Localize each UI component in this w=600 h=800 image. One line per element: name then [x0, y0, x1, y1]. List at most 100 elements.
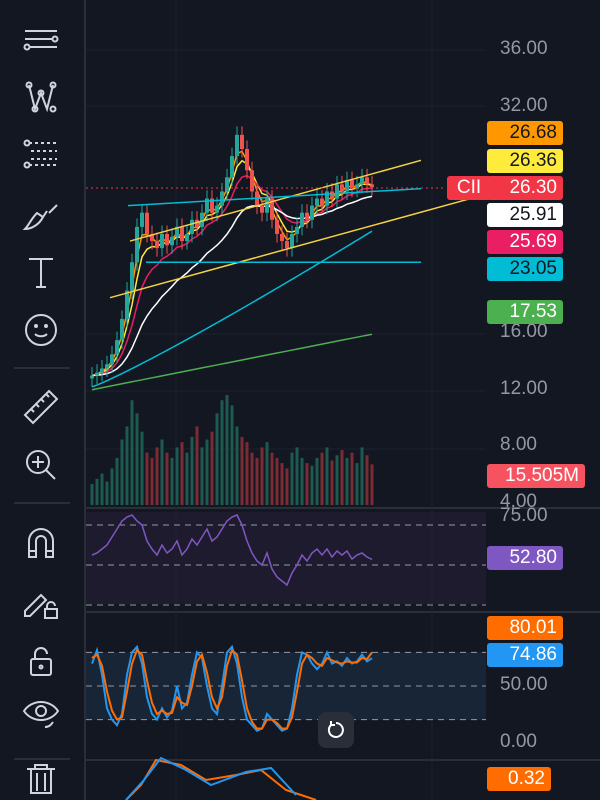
volume-bar	[180, 442, 184, 505]
trash-icon[interactable]	[18, 754, 64, 800]
candle-body	[235, 134, 239, 157]
volume-bar	[315, 457, 319, 505]
rsi-background	[86, 512, 486, 604]
candle-body	[245, 149, 249, 171]
volume-bar	[345, 457, 349, 505]
volume-bar	[120, 439, 124, 505]
unlock-icon[interactable]	[18, 638, 64, 684]
candle-body	[120, 318, 124, 341]
fib-icon[interactable]	[18, 132, 64, 178]
candle-body	[200, 212, 204, 227]
candle-body	[225, 177, 229, 192]
candle-body	[155, 241, 159, 249]
volume-bar	[360, 447, 364, 505]
ruler-icon[interactable]	[18, 384, 64, 430]
volume-bar	[110, 468, 114, 505]
price-axis-label: 0.00	[500, 731, 537, 752]
candle-body	[105, 364, 109, 369]
volume-bar	[165, 452, 169, 505]
candle-body	[290, 233, 294, 249]
candle-body	[295, 226, 299, 234]
volume-bar	[305, 463, 309, 505]
text-icon[interactable]	[18, 250, 64, 296]
candle-body	[360, 177, 364, 185]
macd-tag: 0.32	[487, 767, 551, 791]
candle-body	[135, 226, 139, 263]
stoch-k-tag: 74.86	[487, 643, 563, 667]
volume-bar	[205, 439, 209, 505]
candle-body	[335, 184, 339, 199]
magnet-icon[interactable]	[18, 520, 64, 566]
candle-body	[240, 134, 244, 149]
candle-body	[145, 212, 149, 234]
ma-line-cyan	[91, 230, 373, 388]
candle-body	[215, 205, 219, 213]
candle-body	[180, 226, 184, 242]
candle-body	[285, 241, 289, 249]
lock-drawing-icon[interactable]	[18, 578, 64, 624]
volume-bar	[155, 447, 159, 505]
candle-body	[370, 184, 374, 188]
volume-bar	[115, 457, 119, 505]
drawing-toolbar	[0, 0, 86, 800]
volume-bar	[210, 431, 214, 505]
candle-body	[260, 205, 264, 213]
divider	[14, 367, 70, 369]
price-tag: 25.91	[487, 203, 563, 227]
chart-area[interactable]: 36.00 32.00 16.00 12.00 8.00 4.00 75.00 50.00 0.…	[86, 0, 600, 800]
volume-bar	[100, 473, 104, 505]
zoom-in-icon[interactable]	[18, 442, 64, 488]
price-axis-label: 16.00	[500, 321, 548, 343]
volume-bar	[300, 457, 304, 505]
volume-bar	[270, 452, 274, 505]
volume-bar	[150, 457, 154, 505]
channel-lower-line	[109, 193, 487, 299]
candle-body	[125, 290, 129, 319]
volume-bar	[95, 478, 99, 505]
reset-chart-button[interactable]	[318, 712, 354, 748]
volume-bar	[190, 436, 194, 505]
candle-body	[230, 156, 234, 178]
volume-bar	[310, 465, 314, 505]
volume-bar	[105, 481, 109, 505]
candle-body	[190, 219, 194, 234]
price-axis-label: 36.00	[500, 37, 548, 59]
candle-body	[350, 180, 354, 189]
eye-icon[interactable]	[18, 690, 64, 736]
candle-body	[315, 198, 319, 206]
candle-body	[165, 233, 169, 246]
price-axis-label: 50.00	[500, 674, 548, 695]
volume-bar	[225, 395, 229, 505]
price-axis-label: 32.00	[500, 94, 548, 116]
volume-bar	[280, 463, 284, 505]
price-axis-label: 12.00	[500, 377, 548, 399]
volume-bar	[285, 468, 289, 505]
volume-bar	[350, 452, 354, 505]
candle-body	[110, 354, 114, 365]
brush-icon[interactable]	[18, 192, 64, 238]
candle-body	[275, 219, 279, 234]
candle-body	[320, 198, 324, 206]
volume-bar	[340, 450, 344, 505]
pattern-icon[interactable]	[18, 74, 64, 120]
lines-icon[interactable]	[18, 18, 64, 64]
volume-bar	[135, 413, 139, 505]
volume-bar	[90, 484, 94, 505]
volume-bar	[295, 447, 299, 505]
reset-icon	[327, 721, 344, 738]
volume-bar	[255, 457, 259, 505]
price-tag: 26.30	[487, 176, 563, 200]
resistance-line	[127, 187, 422, 207]
candle-body	[305, 212, 309, 220]
volume-bar	[335, 455, 339, 505]
divider	[14, 502, 70, 504]
volume-bar	[145, 452, 149, 505]
emoji-icon[interactable]	[18, 307, 64, 353]
volume-bar	[275, 457, 279, 505]
volume-bar	[235, 426, 239, 505]
volume-bar	[320, 452, 324, 505]
price-axis-label: 75.00	[500, 505, 548, 526]
volume-bar	[290, 452, 294, 505]
candle-body	[170, 236, 174, 246]
volume-bar	[130, 400, 134, 505]
